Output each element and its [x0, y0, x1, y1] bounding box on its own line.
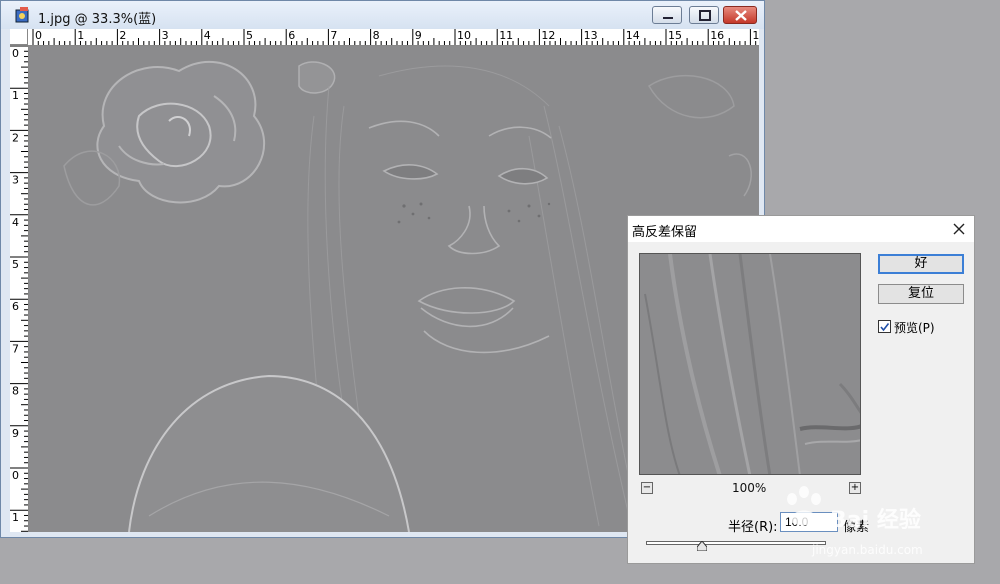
ruler-label: 8	[12, 385, 19, 398]
ruler-label: 6	[12, 300, 19, 313]
ruler-label: 11	[499, 29, 513, 42]
photoshop-document-icon	[15, 7, 29, 23]
preview-image	[640, 254, 860, 474]
radius-label: 半径(R):	[728, 520, 778, 535]
document-title: 1.jpg @ 33.3%(蓝)	[38, 12, 157, 27]
ok-button[interactable]: 好	[878, 254, 964, 274]
ruler-label: 4	[204, 29, 211, 42]
ruler-label: 16	[710, 29, 724, 42]
horizontal-ruler[interactable]: 01234567891011121314151617	[28, 29, 759, 46]
ruler-label: 10	[457, 29, 471, 42]
checkmark-icon	[880, 323, 890, 332]
ruler-label: 0	[12, 469, 19, 482]
radius-slider-track[interactable]	[646, 541, 826, 545]
reset-button[interactable]: 复位	[878, 284, 964, 304]
ruler-label: 9	[12, 427, 19, 440]
ruler-label: 5	[12, 258, 19, 271]
ruler-label: 5	[246, 29, 253, 42]
ruler-label: 12	[541, 29, 555, 42]
preview-label: 预览(P)	[894, 321, 935, 335]
ruler-label: 6	[288, 29, 295, 42]
watermark-url: jingyan.baidu.com	[812, 543, 923, 557]
dialog-title: 高反差保留	[632, 225, 698, 240]
zoom-in-button[interactable]: +	[849, 482, 861, 494]
ruler-label: 15	[668, 29, 682, 42]
minimize-button[interactable]	[652, 6, 682, 24]
ruler-label: 13	[584, 29, 598, 42]
document-titlebar[interactable]: 1.jpg @ 33.3%(蓝)	[1, 1, 764, 29]
ruler-label: 0	[12, 47, 19, 60]
maximize-button[interactable]	[689, 6, 719, 24]
ruler-label: 7	[12, 342, 19, 355]
high-pass-dialog: 高反差保留 − 100% + 好 复位 预览(P) 半径(R): 像素	[627, 215, 975, 564]
preview-checkbox[interactable]	[878, 320, 891, 333]
horizontal-ruler-ticks: 01234567891011121314151617	[32, 29, 759, 45]
vertical-ruler-ticks: 0 1 2 3 4 5 6 7 8 9 0 1	[10, 45, 28, 532]
minimize-icon	[663, 17, 673, 19]
ruler-label: 3	[162, 29, 169, 42]
ruler-label: 7	[330, 29, 337, 42]
vertical-ruler[interactable]: 0 1 2 3 4 5 6 7 8 9 0 1	[10, 45, 29, 532]
ruler-label: 2	[119, 29, 126, 42]
ruler-label: 1	[12, 89, 19, 102]
ruler-label: 2	[12, 131, 19, 144]
radius-slider-thumb[interactable]	[697, 541, 707, 551]
ruler-origin[interactable]	[10, 29, 28, 45]
close-icon	[735, 10, 747, 21]
close-button[interactable]	[723, 6, 757, 24]
dialog-titlebar[interactable]: 高反差保留	[628, 216, 974, 242]
zoom-level: 100%	[732, 481, 767, 495]
ruler-label: 0	[35, 29, 42, 42]
ruler-label: 14	[626, 29, 640, 42]
ruler-label: 9	[415, 29, 422, 42]
ruler-label: 1	[12, 511, 19, 524]
zoom-out-button[interactable]: −	[641, 482, 653, 494]
ruler-label: 3	[12, 174, 19, 187]
maximize-icon	[699, 10, 711, 21]
ruler-label: 1	[77, 29, 84, 42]
dialog-close-icon[interactable]	[952, 222, 966, 236]
ruler-label: 8	[373, 29, 380, 42]
filter-preview[interactable]	[639, 253, 861, 475]
ruler-label: 17	[752, 29, 759, 42]
watermark-text: Bai 经验	[830, 508, 921, 533]
ruler-label: 4	[12, 216, 19, 229]
